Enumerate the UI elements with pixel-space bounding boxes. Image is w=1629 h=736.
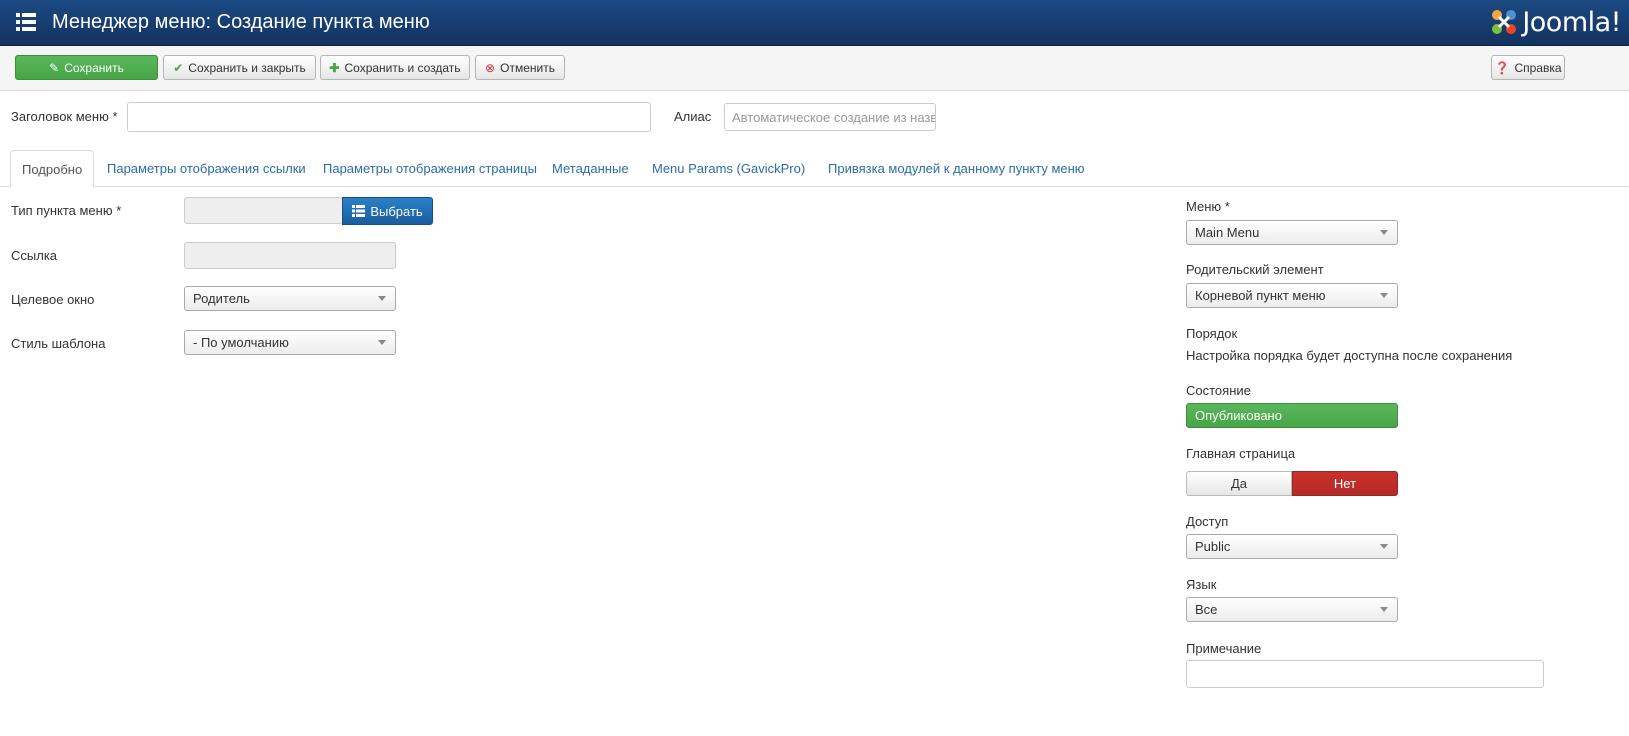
toolbar: ✎ Сохранить ✔ Сохранить и закрыть ✚ Сохр… [0, 46, 1629, 91]
home-no-button[interactable]: Нет [1292, 471, 1398, 496]
ordering-label: Порядок [1186, 326, 1238, 341]
menu-item-type-field [184, 197, 343, 224]
template-style-label: Стиль шаблона [11, 336, 106, 351]
template-style-select[interactable]: - По умолчанию [184, 330, 396, 355]
joomla-logo-icon [1492, 10, 1517, 34]
save-button-label: Сохранить [64, 60, 124, 75]
tab-page-display[interactable]: Параметры отображения страницы [323, 150, 537, 187]
choose-type-button[interactable]: Выбрать [342, 197, 433, 225]
list-menu-icon[interactable] [16, 12, 36, 32]
note-label: Примечание [1186, 641, 1262, 656]
home-page-label: Главная страница [1186, 446, 1296, 461]
template-style-value: - По умолчанию [193, 335, 289, 350]
check-icon: ✔ [173, 60, 184, 75]
alias-label: Алиас [674, 109, 712, 124]
choose-type-button-label: Выбрать [370, 203, 423, 219]
plus-icon: ✚ [329, 60, 340, 75]
language-select[interactable]: Все [1186, 597, 1398, 622]
ordering-note: Настройка порядка будет доступна после с… [1186, 348, 1513, 363]
save-new-button-label: Сохранить и создать [344, 60, 461, 75]
tab-metadata[interactable]: Метаданные [552, 150, 629, 187]
parent-item-value: Корневой пункт меню [1195, 288, 1326, 303]
menu-select[interactable]: Main Menu [1186, 220, 1398, 245]
language-value: Все [1195, 602, 1218, 617]
menu-value: Main Menu [1195, 225, 1260, 240]
target-window-value: Родитель [193, 291, 250, 306]
menu-item-type-label: Тип пункта меню * [11, 203, 122, 218]
tab-bar: Подробно Параметры отображения ссылки Па… [0, 150, 1629, 188]
cancel-button-label: Отменить [500, 60, 555, 75]
help-button[interactable]: ❓ Справка [1491, 55, 1565, 80]
tab-link-options[interactable]: Параметры отображения ссылки [107, 150, 306, 187]
tab-module-assignment[interactable]: Привязка модулей к данному пункту меню [828, 150, 1085, 187]
access-value: Public [1195, 539, 1231, 554]
chevron-down-icon [1380, 230, 1388, 235]
alias-input[interactable]: Автоматическое создание из назв [724, 103, 936, 131]
chevron-down-icon [1380, 544, 1388, 549]
menu-title-input[interactable] [127, 102, 651, 132]
target-window-select[interactable]: Родитель [184, 286, 396, 311]
cancel-button[interactable]: ⊗ Отменить [475, 55, 565, 80]
joomla-logo: Joomla! [1489, 5, 1621, 39]
language-label: Язык [1186, 577, 1217, 592]
parent-item-label: Родительский элемент [1186, 262, 1324, 277]
access-select[interactable]: Public [1186, 534, 1398, 559]
help-button-label: Справка [1514, 60, 1562, 75]
note-input[interactable] [1186, 660, 1544, 688]
question-circle-icon: ❓ [1494, 60, 1510, 75]
chevron-down-icon [378, 340, 386, 345]
save-new-button[interactable]: ✚ Сохранить и создать [320, 55, 470, 80]
link-label: Ссылка [11, 248, 58, 263]
save-button[interactable]: ✎ Сохранить [15, 55, 158, 80]
page-title: Менеджер меню: Создание пункта меню [52, 11, 430, 33]
header-bar: Менеджер меню: Создание пункта меню Joom… [0, 0, 1629, 46]
parent-item-select[interactable]: Корневой пункт меню [1186, 283, 1398, 308]
status-published-button[interactable]: Опубликовано [1186, 403, 1398, 428]
target-window-label: Целевое окно [11, 292, 95, 307]
home-yes-button[interactable]: Да [1186, 471, 1292, 496]
tab-menu-params[interactable]: Menu Params (GavickPro) [652, 150, 805, 187]
menu-label: Меню * [1186, 199, 1230, 214]
joomla-logo-text: Joomla! [1522, 6, 1621, 38]
cancel-circle-icon: ⊗ [485, 60, 496, 75]
access-label: Доступ [1186, 514, 1229, 529]
list-icon [352, 205, 366, 217]
tab-details[interactable]: Подробно [10, 150, 95, 188]
chevron-down-icon [1380, 293, 1388, 298]
chevron-down-icon [1380, 607, 1388, 612]
edit-icon: ✎ [49, 60, 60, 75]
save-close-button-label: Сохранить и закрыть [188, 60, 306, 75]
status-label: Состояние [1186, 383, 1251, 398]
link-field [184, 242, 396, 269]
menu-title-label: Заголовок меню * [11, 109, 118, 124]
chevron-down-icon [378, 296, 386, 301]
save-close-button[interactable]: ✔ Сохранить и закрыть [163, 55, 316, 80]
